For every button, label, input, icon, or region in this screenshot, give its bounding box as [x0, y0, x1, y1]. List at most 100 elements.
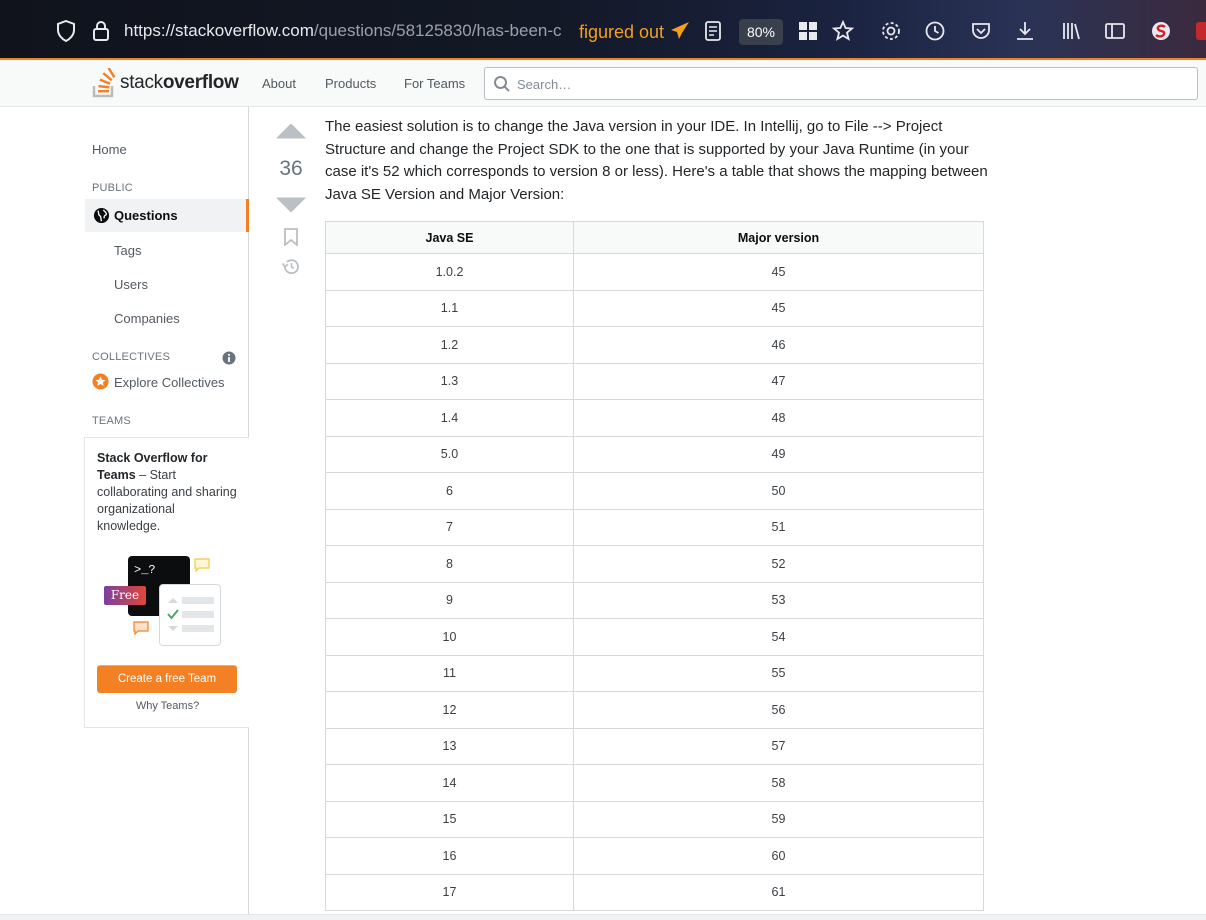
cell-major-version: 61 — [573, 873, 984, 911]
cell-java-se: 16 — [325, 837, 574, 875]
vote-count: 36 — [279, 157, 303, 180]
cell-major-version: 55 — [573, 654, 984, 692]
cell-major-version: 50 — [573, 472, 984, 510]
nav-about[interactable]: About — [262, 76, 296, 91]
upvote-arrow-icon[interactable] — [274, 122, 308, 140]
info-icon[interactable] — [222, 351, 236, 365]
cell-java-se: 13 — [325, 727, 574, 765]
extension-s-icon[interactable] — [1150, 20, 1172, 42]
table-row: 12 56 — [325, 691, 984, 729]
cell-java-se: 9 — [325, 581, 574, 619]
cell-major-version: 45 — [573, 289, 984, 327]
settings-gear-icon[interactable] — [880, 20, 902, 42]
table-row: 1.2 46 — [325, 326, 984, 364]
cell-java-se: 6 — [325, 472, 574, 510]
url-host: https://stackoverflow.com — [124, 21, 314, 40]
airplane-icon — [671, 22, 690, 39]
globe-icon — [93, 207, 110, 224]
sidebar-heading-teams: TEAMS — [92, 415, 131, 427]
table-row: 8 52 — [325, 545, 984, 583]
table-row: 10 54 — [325, 618, 984, 656]
vote-check-icon — [167, 598, 179, 631]
cell-major-version: 53 — [573, 581, 984, 619]
checklist-card — [159, 584, 221, 646]
sidebar-heading-collectives: COLLECTIVES — [92, 351, 171, 363]
site-header: stackoverflow About Products For Teams — [0, 60, 1206, 107]
bookmark-icon[interactable] — [283, 228, 299, 246]
table-row: 9 53 — [325, 581, 984, 619]
extension-ublock-icon[interactable] — [1196, 22, 1206, 40]
search-box[interactable] — [484, 67, 1198, 100]
pocket-icon[interactable] — [970, 20, 992, 42]
cell-java-se: 7 — [325, 508, 574, 546]
cell-major-version: 56 — [573, 691, 984, 729]
bookmark-star-icon[interactable] — [832, 20, 854, 42]
left-sidebar: Home PUBLIC Questions Tags Users Compani… — [0, 107, 249, 920]
table-row: 13 57 — [325, 727, 984, 765]
search-icon — [494, 76, 510, 92]
cell-java-se: 11 — [325, 654, 574, 692]
cell-major-version: 57 — [573, 727, 984, 765]
logo-text-light: stack — [120, 72, 163, 93]
cell-major-version: 47 — [573, 362, 984, 400]
cell-java-se: 1.4 — [325, 399, 574, 437]
reader-view-icon[interactable] — [702, 20, 724, 42]
cell-major-version: 45 — [573, 253, 984, 291]
sidebar-item-explore-collectives[interactable]: Explore Collectives — [114, 375, 225, 390]
free-badge: Free — [104, 586, 146, 605]
sidebar-item-companies[interactable]: Companies — [114, 311, 180, 326]
browser-toolbar: https://stackoverflow.com/questions/5812… — [0, 0, 1206, 58]
why-teams-link[interactable]: Why Teams? — [85, 700, 250, 712]
table-row: 15 59 — [325, 800, 984, 838]
sidebar-item-home[interactable]: Home — [92, 142, 127, 157]
url-path: /questions/58125830/has-been-c — [313, 21, 562, 40]
cell-major-version: 49 — [573, 435, 984, 473]
grid-extension-icon[interactable] — [797, 20, 819, 42]
table-row: 16 60 — [325, 837, 984, 875]
page-bottom-edge — [0, 914, 1206, 920]
table-row: 17 61 — [325, 873, 984, 911]
chat-bubble-icon — [133, 621, 149, 635]
cell-java-se: 5.0 — [325, 435, 574, 473]
cell-major-version: 59 — [573, 800, 984, 838]
sidebar-toggle-icon[interactable] — [1104, 20, 1126, 42]
table-header-major-version: Major version — [573, 221, 984, 254]
logo-text-bold: overflow — [162, 72, 239, 93]
sidebar-item-users[interactable]: Users — [114, 277, 148, 292]
table-row: 1.1 45 — [325, 289, 984, 327]
table-row: 1.0.2 45 — [325, 253, 984, 291]
table-row: 1.4 48 — [325, 399, 984, 437]
cell-major-version: 60 — [573, 837, 984, 875]
nav-for-teams[interactable]: For Teams — [404, 76, 465, 91]
cell-major-version: 58 — [573, 764, 984, 802]
search-input[interactable] — [517, 73, 1177, 95]
library-icon[interactable] — [1060, 20, 1082, 42]
site-logo[interactable]: stackoverflow — [92, 68, 239, 98]
teams-illustration: >_? Free — [103, 553, 233, 653]
sidebar-item-questions[interactable]: Questions — [85, 199, 249, 232]
cell-java-se: 15 — [325, 800, 574, 838]
table-header-java-se: Java SE — [325, 221, 574, 254]
url-bar[interactable]: https://stackoverflow.com/questions/5812… — [124, 21, 574, 41]
activity-history-icon[interactable] — [281, 257, 301, 276]
lock-icon[interactable] — [92, 20, 110, 42]
nav-products[interactable]: Products — [325, 76, 376, 91]
shield-icon[interactable] — [56, 20, 76, 42]
zoom-level[interactable]: 80% — [739, 19, 783, 45]
download-icon[interactable] — [1014, 20, 1036, 42]
table-row: 6 50 — [325, 472, 984, 510]
downvote-arrow-icon[interactable] — [274, 196, 308, 214]
create-free-team-button[interactable]: Create a free Team — [97, 665, 237, 693]
cell-major-version: 51 — [573, 508, 984, 546]
cell-major-version: 52 — [573, 545, 984, 583]
sidebar-item-tags[interactable]: Tags — [114, 243, 141, 258]
collectives-star-icon — [92, 373, 109, 390]
cell-java-se: 17 — [325, 873, 574, 911]
cell-java-se: 10 — [325, 618, 574, 656]
history-clock-icon[interactable] — [924, 20, 946, 42]
extension-label[interactable]: figured out — [579, 21, 691, 43]
table-row: 11 55 — [325, 654, 984, 692]
java-version-table: Java SE Major version 1.0.2 45 1.1 45 1.2 46 1… — [325, 221, 984, 911]
speech-bubble-icon — [194, 558, 210, 572]
cell-java-se: 1.1 — [325, 289, 574, 327]
